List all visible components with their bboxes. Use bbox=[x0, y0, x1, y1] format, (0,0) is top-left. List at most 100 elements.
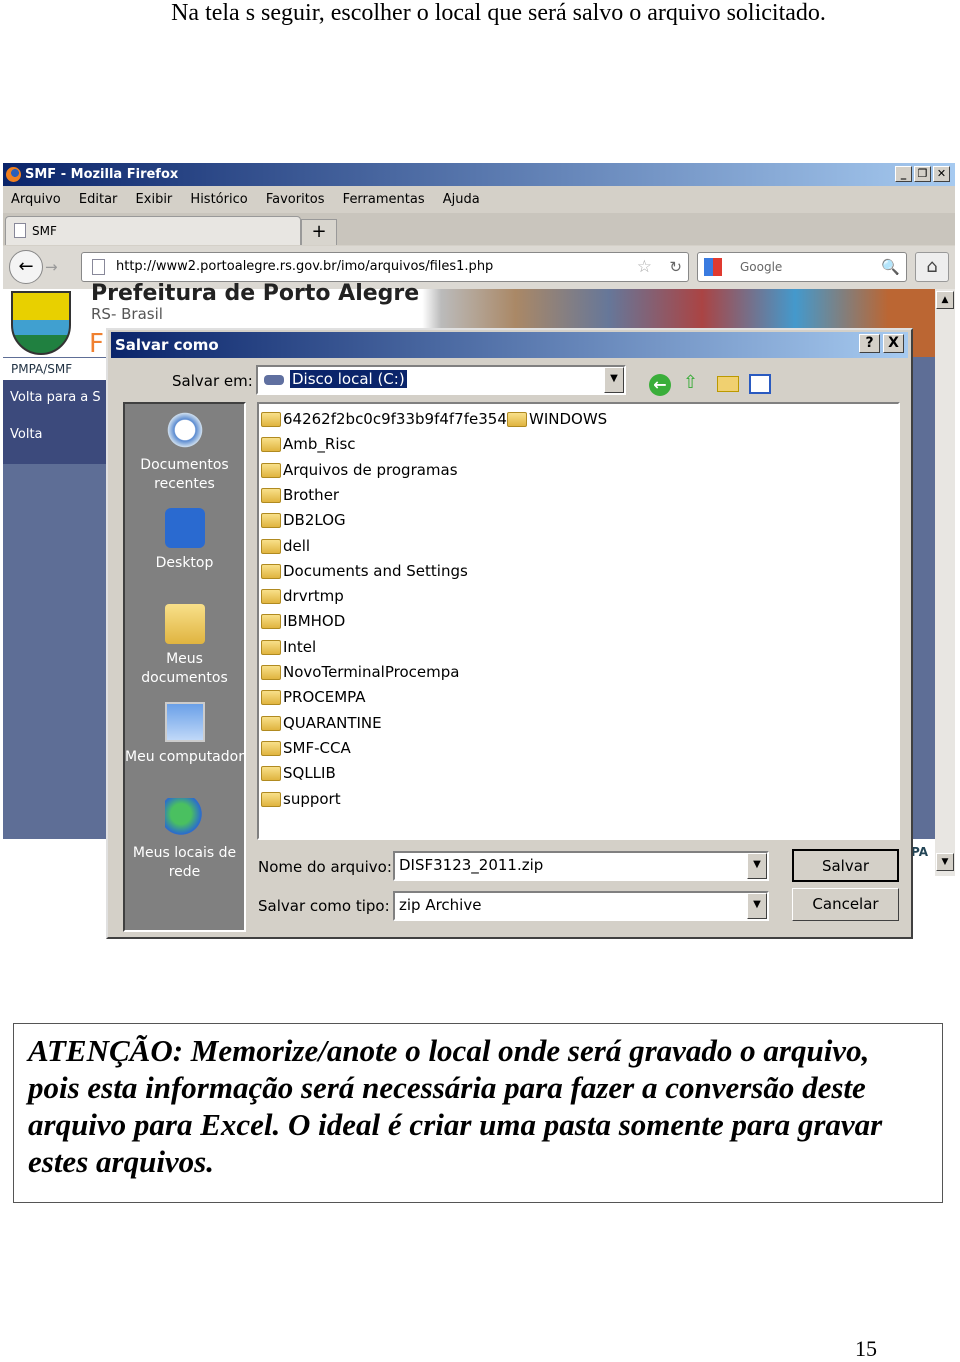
nav-volta-smf[interactable]: Volta para a S bbox=[3, 390, 107, 405]
bookmark-star-icon[interactable]: ☆ bbox=[637, 253, 652, 281]
folder-item[interactable]: PROCEMPA bbox=[259, 686, 366, 708]
chevron-down-icon[interactable]: ▼ bbox=[747, 853, 767, 879]
folder-icon bbox=[261, 665, 281, 680]
restore-button[interactable]: ❐ bbox=[914, 166, 931, 182]
place-label: Meu computador bbox=[125, 749, 244, 765]
place-recent-documents[interactable]: Documentos recentes bbox=[125, 410, 244, 494]
menu-editar[interactable]: Editar bbox=[79, 192, 118, 207]
place-my-computer[interactable]: Meu computador bbox=[125, 702, 244, 767]
folder-item[interactable]: DB2LOG bbox=[259, 509, 346, 531]
up-folder-icon[interactable]: ⇧ bbox=[683, 372, 698, 393]
folder-name: PROCEMPA bbox=[283, 688, 366, 707]
new-folder-icon[interactable] bbox=[717, 376, 739, 392]
folder-item[interactable]: QUARANTINE bbox=[259, 712, 382, 734]
folder-name: Arquivos de programas bbox=[283, 460, 458, 479]
back-button[interactable]: ← bbox=[9, 250, 43, 284]
folder-name: support bbox=[283, 789, 341, 808]
folder-item[interactable]: NovoTerminalProcempa bbox=[259, 661, 459, 683]
breadcrumb: PMPA/SMF bbox=[3, 358, 107, 380]
folder-icon bbox=[261, 740, 281, 756]
place-label: Documentos recentes bbox=[140, 457, 229, 492]
save-in-value: Disco local (C:) bbox=[289, 369, 408, 389]
scroll-up-button[interactable]: ▲ bbox=[936, 291, 954, 309]
save-button[interactable]: Salvar bbox=[792, 849, 899, 882]
cancel-button[interactable]: Cancelar bbox=[792, 888, 899, 921]
chevron-down-icon[interactable]: ▼ bbox=[747, 893, 767, 919]
home-button[interactable]: ⌂ bbox=[915, 252, 949, 282]
place-desktop[interactable]: Desktop bbox=[125, 508, 244, 573]
place-network[interactable]: Meus locais de rede bbox=[125, 798, 244, 882]
org-sub: RS- Brasil bbox=[91, 305, 163, 323]
search-icon[interactable]: 🔍 bbox=[881, 253, 900, 281]
folder-item[interactable]: Arquivos de programas bbox=[259, 459, 458, 481]
url-bar[interactable]: http://www2.portoalegre.rs.gov.br/imo/ar… bbox=[81, 252, 689, 282]
menu-ajuda[interactable]: Ajuda bbox=[443, 192, 480, 207]
view-menu-icon[interactable] bbox=[749, 374, 771, 394]
folder-item[interactable]: dell bbox=[259, 535, 310, 557]
menu-ferramentas[interactable]: Ferramentas bbox=[343, 192, 425, 207]
filename-input[interactable]: DISF3123_2011.zip ▼ bbox=[393, 851, 769, 881]
nav-volta[interactable]: Volta bbox=[3, 427, 107, 442]
help-button[interactable]: ? bbox=[859, 334, 880, 353]
browser-title: SMF - Mozilla Firefox bbox=[3, 163, 955, 186]
page-number: 15 bbox=[855, 1336, 877, 1361]
folder-name: NovoTerminalProcempa bbox=[283, 663, 460, 681]
close-window-button[interactable]: ✕ bbox=[933, 166, 950, 182]
scroll-down-button[interactable]: ▼ bbox=[936, 853, 954, 871]
back-folder-icon[interactable]: ← bbox=[649, 374, 671, 396]
menu-bar: Arquivo Editar Exibir Histórico Favorito… bbox=[3, 187, 955, 212]
tab-bar: SMF + bbox=[3, 213, 955, 245]
folder-item[interactable]: support bbox=[259, 788, 341, 810]
forward-button[interactable]: → bbox=[45, 256, 69, 278]
folder-icon bbox=[261, 589, 281, 605]
org-name: Prefeitura de Porto Alegre bbox=[91, 281, 420, 306]
google-icon bbox=[704, 258, 722, 276]
folder-item[interactable]: SMF-CCA bbox=[259, 737, 351, 759]
dialog-close-button[interactable]: X bbox=[883, 334, 904, 353]
folder-item[interactable]: drvrtmp bbox=[259, 585, 344, 607]
folder-icon bbox=[261, 715, 281, 731]
folder-name: IBMHOD bbox=[283, 612, 346, 631]
folder-item[interactable]: Amb_Risc bbox=[259, 433, 356, 455]
org-fragment: F bbox=[89, 329, 104, 359]
folder-name: Amb_Risc bbox=[283, 435, 356, 454]
menu-historico[interactable]: Histórico bbox=[190, 192, 247, 207]
save-in-label: Salvar em: bbox=[172, 372, 253, 390]
firefox-icon bbox=[6, 167, 21, 182]
folder-item[interactable]: IBMHOD bbox=[259, 610, 345, 632]
folder-icon bbox=[261, 487, 281, 503]
folder-name: 64262f2bc0c9f33b9f4f7fe354 bbox=[283, 410, 507, 428]
folder-item[interactable]: 64262f2bc0c9f33b9f4f7fe354 bbox=[259, 408, 507, 430]
recent-documents-icon bbox=[164, 410, 205, 450]
save-in-dropdown[interactable]: Disco local (C:) ▼ bbox=[256, 365, 626, 395]
menu-exibir[interactable]: Exibir bbox=[136, 192, 173, 207]
minimize-button[interactable]: _ bbox=[895, 166, 912, 182]
folder-name: QUARANTINE bbox=[283, 713, 382, 732]
folder-item[interactable]: Documents and Settings bbox=[259, 560, 468, 582]
footer-fragment: PA bbox=[911, 845, 928, 859]
folder-icon bbox=[261, 690, 281, 706]
search-placeholder: Google bbox=[740, 260, 783, 274]
folder-item[interactable]: WINDOWS bbox=[505, 408, 607, 430]
file-type-dropdown[interactable]: zip Archive ▼ bbox=[393, 891, 769, 921]
attention-note: ATENÇÃO: Memorize/anote o local onde ser… bbox=[13, 1023, 943, 1203]
menu-arquivo[interactable]: Arquivo bbox=[11, 192, 61, 207]
folder-name: WINDOWS bbox=[529, 410, 608, 428]
folder-item[interactable]: Intel bbox=[259, 636, 316, 658]
file-list[interactable]: 64262f2bc0c9f33b9f4f7fe354 Amb_Risc Arquiv… bbox=[257, 402, 900, 840]
new-tab-button[interactable]: + bbox=[301, 219, 337, 245]
city-crest-logo bbox=[11, 291, 71, 355]
page-nav: Volta para a S Volta bbox=[3, 380, 107, 464]
folder-icon bbox=[261, 412, 281, 427]
search-input[interactable]: Google 🔍 bbox=[697, 252, 907, 282]
tab-smf[interactable]: SMF bbox=[5, 216, 301, 245]
chevron-down-icon[interactable]: ▼ bbox=[604, 367, 624, 393]
network-places-icon bbox=[164, 798, 205, 838]
reload-icon[interactable]: ↻ bbox=[669, 253, 682, 281]
type-label: Salvar como tipo: bbox=[258, 897, 390, 915]
menu-favoritos[interactable]: Favoritos bbox=[266, 192, 325, 207]
page-scrollbar[interactable]: ▲ ▼ bbox=[935, 289, 955, 876]
folder-item[interactable]: Brother bbox=[259, 484, 339, 506]
folder-item[interactable]: SQLLIB bbox=[259, 762, 336, 784]
place-my-documents[interactable]: Meus documentos bbox=[125, 604, 244, 688]
